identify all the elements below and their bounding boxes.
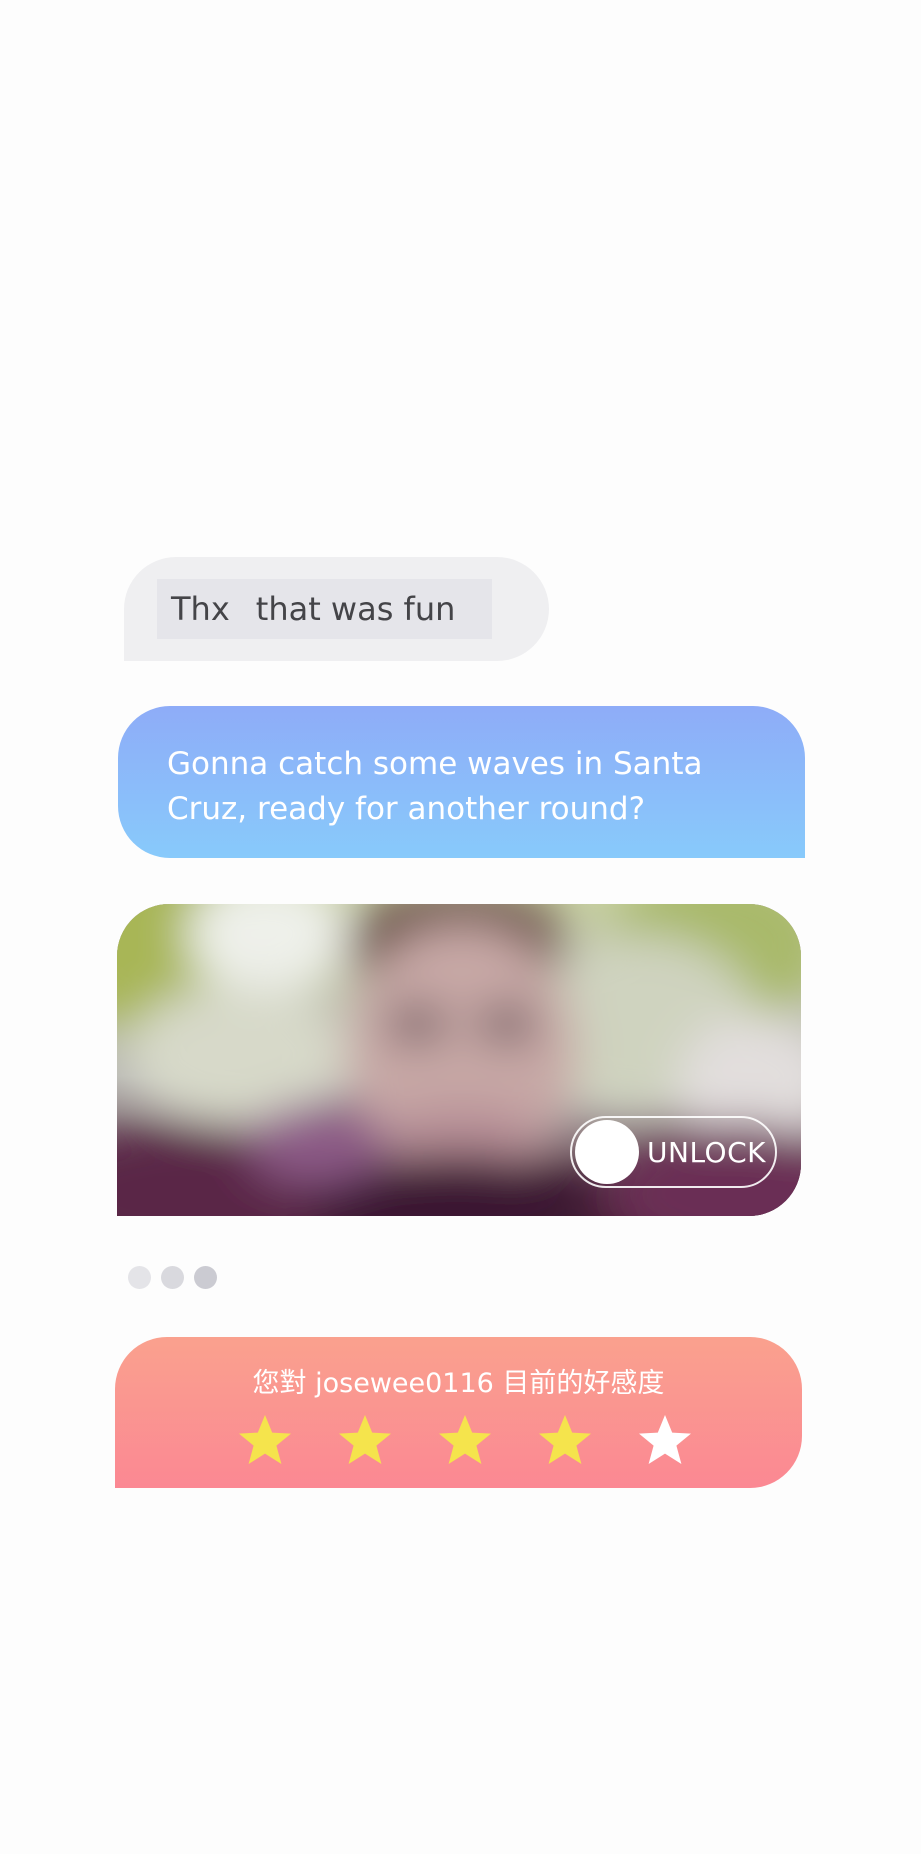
incoming-message-text-box: Thx that was fun: [157, 579, 492, 639]
affinity-rating-card: 您對 josewee0116 目前的好感度: [115, 1337, 802, 1488]
toggle-knob-icon: [575, 1120, 639, 1184]
typing-dot: [194, 1266, 217, 1289]
outgoing-message-bubble: Gonna catch some waves in Santa Cruz, re…: [118, 706, 805, 858]
typing-indicator: [128, 1266, 217, 1289]
star-icon[interactable]: [437, 1413, 493, 1467]
outgoing-message-text: Gonna catch some waves in Santa Cruz, re…: [167, 746, 703, 827]
unlock-label: UNLOCK: [647, 1135, 766, 1169]
typing-dot: [128, 1266, 151, 1289]
star-icon[interactable]: [237, 1413, 293, 1467]
star-icon[interactable]: [637, 1413, 693, 1467]
star-icon[interactable]: [337, 1413, 393, 1467]
incoming-word-1: Thx: [171, 590, 230, 628]
affinity-rating-title: 您對 josewee0116 目前的好感度: [252, 1368, 665, 1399]
unlock-toggle[interactable]: UNLOCK: [570, 1116, 777, 1188]
incoming-word-2: that was fun: [255, 590, 456, 628]
typing-dot: [161, 1266, 184, 1289]
blurred-photo-card: UNLOCK: [117, 904, 801, 1216]
star-icon[interactable]: [537, 1413, 593, 1467]
star-rating[interactable]: [237, 1413, 693, 1467]
incoming-message-bubble: Thx that was fun: [124, 557, 549, 661]
chat-screen: Thx that was fun Gonna catch some waves …: [0, 0, 921, 1854]
